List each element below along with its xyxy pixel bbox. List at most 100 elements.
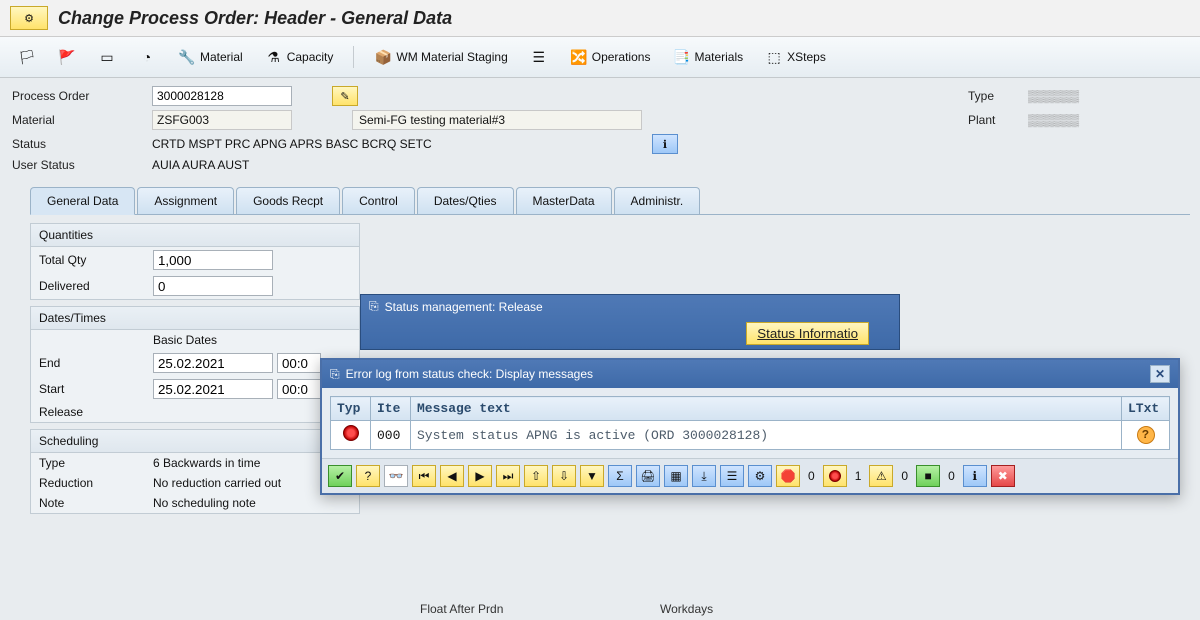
material-label: Material	[12, 113, 152, 127]
glasses-icon[interactable]: 👓	[384, 465, 408, 487]
export-button[interactable]: ⤓	[692, 465, 716, 487]
success-count-icon[interactable]: ■	[916, 465, 940, 487]
delivered-label: Delivered	[39, 279, 149, 293]
choose-layout-button[interactable]: ☰	[720, 465, 744, 487]
error-table: Typ Ite Message text LTxt 000 System sta…	[330, 396, 1170, 450]
separator	[353, 46, 354, 68]
col-ltxt[interactable]: LTxt	[1122, 397, 1170, 421]
error-count-icon[interactable]	[823, 465, 847, 487]
tab-administr[interactable]: Administr.	[614, 187, 701, 214]
status-information-button[interactable]: Status Informatio	[746, 322, 869, 345]
layout-button[interactable]: ▦	[664, 465, 688, 487]
end-time-input[interactable]	[277, 353, 321, 373]
stop-count-icon[interactable]: 🛑	[776, 465, 800, 487]
longtext-icon[interactable]: ?	[1137, 426, 1155, 444]
table-row[interactable]: 000 System status APNG is active (ORD 30…	[331, 421, 1170, 450]
main-toolbar: 🏳 🚩 ▭ ◔ 🔧Material ⚗Capacity 📦WM Material…	[0, 37, 1200, 78]
dialog-close-button[interactable]: ✕	[1150, 365, 1170, 383]
dialog-title: Error log from status check: Display mes…	[346, 367, 593, 381]
tab-dates-qties[interactable]: Dates/Qties	[417, 187, 514, 214]
error-log-dialog: ⎘ Error log from status check: Display me…	[320, 358, 1180, 495]
tab-control[interactable]: Control	[342, 187, 415, 214]
page-title: Change Process Order: Header - General D…	[58, 8, 452, 29]
sort-desc-button[interactable]: ⇩	[552, 465, 576, 487]
wm-staging-button[interactable]: 📦WM Material Staging	[368, 45, 513, 69]
ok-button[interactable]: ✔	[328, 465, 352, 487]
status-value: CRTD MSPT PRC APNG APRS BASC BCRQ SETC	[152, 137, 652, 151]
dialog-icon: ⎘	[330, 367, 340, 382]
operations-button[interactable]: 🔀Operations	[564, 45, 657, 69]
print-button[interactable]: 🖨	[636, 465, 660, 487]
materials-button[interactable]: 📑Materials	[666, 45, 749, 69]
flag-green-icon[interactable]: 🏳	[12, 45, 42, 69]
first-button[interactable]: ⏮	[412, 465, 436, 487]
dialog-toolbar: ✔ ? 👓 ⏮ ◀ ▶ ⏭ ⇧ ⇩ ▼ Σ 🖨 ▦ ⤓ ☰ ⚙ 🛑0 1 ⚠0 …	[322, 458, 1178, 493]
release-label: Release	[39, 405, 149, 419]
change-layout-button[interactable]: ⚙	[748, 465, 772, 487]
start-time-input[interactable]	[277, 379, 321, 399]
quantities-title: Quantities	[31, 224, 359, 247]
dates-title: Dates/Times	[31, 307, 359, 330]
sum-button[interactable]: Σ	[608, 465, 632, 487]
footer-fields: Float After Prdn Workdays	[420, 598, 1180, 616]
tab-general-data[interactable]: General Data	[30, 187, 135, 215]
material-value: ZSFG003	[152, 110, 292, 130]
tab-goods-recpt[interactable]: Goods Recpt	[236, 187, 340, 214]
tab-masterdata[interactable]: MasterData	[516, 187, 612, 214]
error-icon	[343, 425, 359, 441]
help-button[interactable]: ?	[356, 465, 380, 487]
operations-label: Operations	[592, 50, 651, 64]
error-count: 1	[851, 469, 866, 483]
title-bar: ⚙ Change Process Order: Header - General…	[0, 0, 1200, 37]
document-icon[interactable]: ▭	[92, 45, 122, 69]
last-button[interactable]: ⏭	[496, 465, 520, 487]
scheduling-title: Scheduling	[31, 430, 359, 453]
start-date-input[interactable]	[153, 379, 273, 399]
edit-icon[interactable]: ✎	[332, 86, 358, 106]
note-label: Note	[39, 496, 149, 510]
filter-button[interactable]: ▼	[580, 465, 604, 487]
workdays-label: Workdays	[660, 602, 880, 616]
prev-button[interactable]: ◀	[440, 465, 464, 487]
col-item[interactable]: Ite	[371, 397, 411, 421]
material-button[interactable]: 🔧Material	[172, 45, 249, 69]
warning-count-icon[interactable]: ⚠	[869, 465, 893, 487]
flag-red-icon[interactable]: 🚩	[52, 45, 82, 69]
material-desc: Semi-FG testing material#3	[352, 110, 642, 130]
process-order-label: Process Order	[12, 89, 152, 103]
cancel-button[interactable]: ✖	[991, 465, 1015, 487]
start-label: Start	[39, 382, 149, 396]
xsteps-label: XSteps	[787, 50, 826, 64]
status-info-icon[interactable]: ℹ	[652, 134, 678, 154]
sort-asc-button[interactable]: ⇧	[524, 465, 548, 487]
sched-type-value: 6 Backwards in time	[153, 456, 260, 470]
materials-label: Materials	[694, 50, 743, 64]
user-status-label: User Status	[12, 158, 152, 172]
capacity-button[interactable]: ⚗Capacity	[259, 45, 340, 69]
tab-assignment[interactable]: Assignment	[137, 187, 234, 214]
header-fields: Process Order ✎ Type ▒▒▒▒▒▒ Material ZSF…	[0, 78, 1200, 176]
status-mgmt-title: Status management: Release	[385, 300, 543, 314]
xsteps-button[interactable]: ⬚XSteps	[759, 45, 832, 69]
reduction-label: Reduction	[39, 476, 149, 490]
total-qty-input[interactable]	[153, 250, 273, 270]
end-date-input[interactable]	[153, 353, 273, 373]
col-message[interactable]: Message text	[411, 397, 1122, 421]
next-button[interactable]: ▶	[468, 465, 492, 487]
extra-icon-1[interactable]: ☰	[524, 45, 554, 69]
piechart-icon[interactable]: ◔	[132, 45, 162, 69]
row-item: 000	[371, 421, 411, 450]
delivered-input[interactable]	[153, 276, 273, 296]
total-qty-label: Total Qty	[39, 253, 149, 267]
type-redacted: ▒▒▒▒▒▒	[1028, 89, 1188, 103]
user-status-value: AUIA AURA AUST	[152, 158, 652, 172]
col-typ[interactable]: Typ	[331, 397, 371, 421]
info-button[interactable]: ℹ	[963, 465, 987, 487]
scheduling-group: Scheduling Type6 Backwards in time Reduc…	[30, 429, 360, 514]
note-value: No scheduling note	[153, 496, 256, 510]
process-order-input[interactable]	[152, 86, 292, 106]
capacity-label: Capacity	[287, 50, 334, 64]
tab-strip: General Data Assignment Goods Recpt Cont…	[30, 186, 1190, 215]
dates-group: Dates/Times Basic Dates End Start Releas…	[30, 306, 360, 423]
status-mgmt-bar: ⎘Status management: Release Status Infor…	[360, 294, 900, 350]
